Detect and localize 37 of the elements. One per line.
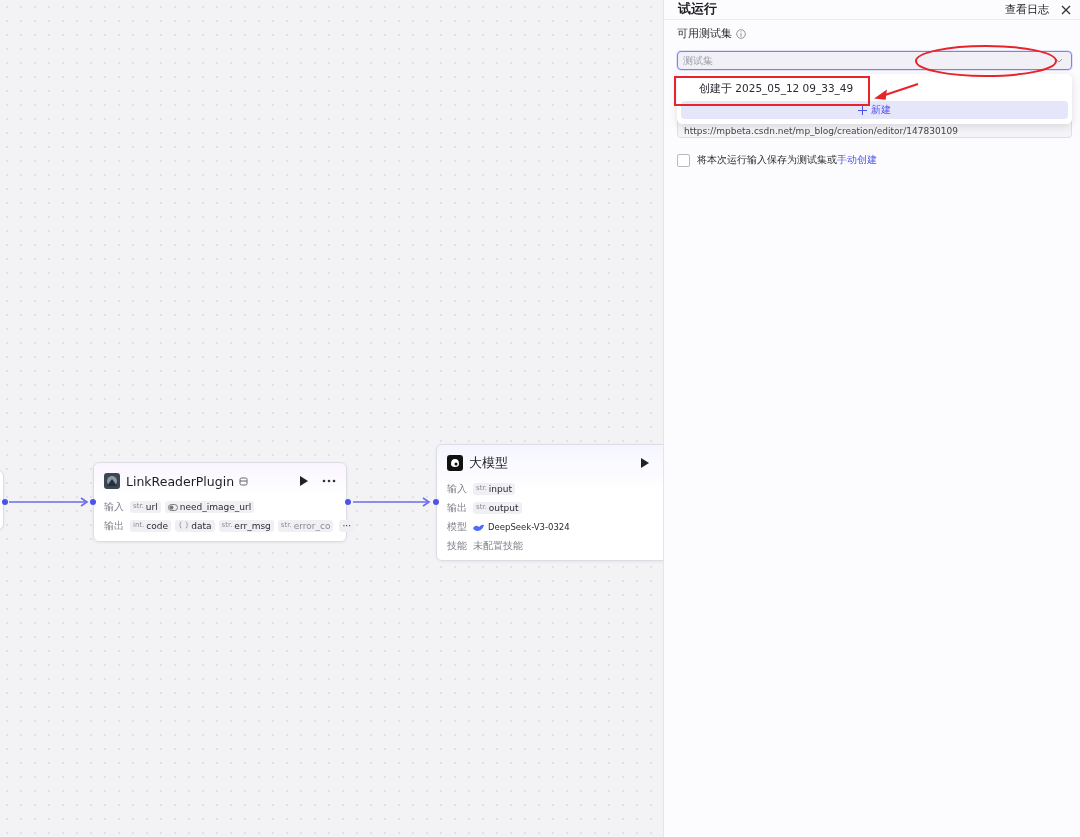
port-dot[interactable]: [2, 499, 8, 505]
toggle-icon: [167, 503, 178, 511]
chevron-icon: [1055, 58, 1063, 63]
row-label: 输入: [447, 482, 468, 496]
dropdown-option[interactable]: 创建于 2025_05_12 09_33_49: [681, 77, 1068, 99]
whale-icon: [473, 522, 484, 532]
node-title: 大模型: [469, 454, 508, 472]
play-icon[interactable]: [299, 476, 308, 486]
close-icon[interactable]: [1061, 4, 1071, 15]
row-label: 输出: [447, 501, 468, 515]
plugin-icon: [104, 473, 120, 489]
field-label: 可用测试集: [677, 27, 732, 41]
row-label: 输出: [104, 519, 125, 533]
checkbox[interactable]: [677, 154, 690, 167]
panel-title: 试运行: [678, 1, 717, 18]
more-tag[interactable]: ···: [339, 520, 354, 532]
model-name: DeepSeek-V3-0324: [488, 522, 570, 532]
log-link[interactable]: 查看日志: [1005, 2, 1049, 17]
skills-text: 未配置技能: [473, 539, 523, 553]
row-label: 输入: [104, 500, 125, 514]
pointer-arrow: [873, 83, 919, 100]
param-tag: need_image_url: [164, 501, 255, 513]
port-dot[interactable]: [345, 499, 351, 505]
node-title: LinkReaderPlugin: [126, 473, 235, 489]
row-label: 技能: [447, 539, 468, 553]
manual-create-link[interactable]: 手动创建: [837, 154, 877, 165]
model-icon: [447, 455, 463, 471]
checkbox-label: 将本次运行输入保存为测试集或手动创建: [697, 154, 877, 167]
store-icon: [239, 476, 249, 486]
port-dot[interactable]: [433, 499, 439, 505]
more-icon[interactable]: [322, 479, 336, 483]
row-label: 模型: [447, 520, 468, 534]
port-dot[interactable]: [90, 499, 96, 505]
plus-icon: [858, 105, 867, 115]
new-button[interactable]: 新建: [681, 101, 1068, 119]
info-icon[interactable]: [736, 29, 746, 39]
play-icon[interactable]: [640, 458, 649, 468]
